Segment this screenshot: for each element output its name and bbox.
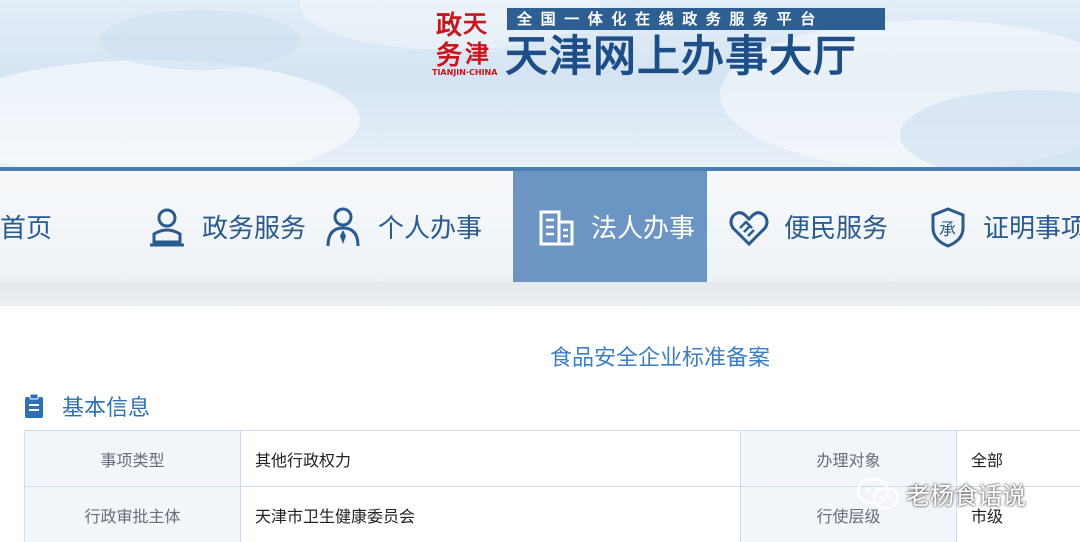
- person-tie-icon: [326, 207, 360, 246]
- nav-item-certification[interactable]: 承 证明事项: [927, 171, 1080, 282]
- nav-item-convenience[interactable]: 便民服务: [728, 171, 888, 282]
- nav-item-home[interactable]: 首页: [0, 171, 52, 282]
- field-value: 其他行政权力: [240, 430, 741, 487]
- seal-english-text: TIANJIN·CHINA: [432, 68, 498, 77]
- page-title: 食品安全企业标准备案: [549, 346, 770, 371]
- building-icon: [539, 210, 574, 245]
- platform-slogan: 全国一体化在线政务服务平台: [507, 8, 885, 30]
- banner-cloud: [100, 10, 300, 70]
- shield-cheng-icon: 承: [931, 206, 965, 248]
- handshake-icon: [729, 210, 769, 246]
- svg-text:津: 津: [465, 40, 489, 68]
- nav-item-label: 法人办事: [591, 214, 696, 244]
- nav-item-label: 便民服务: [784, 214, 889, 244]
- field-value: 天津市卫生健康委员会: [240, 486, 741, 542]
- main-nav: 首页 政务服务 个人办事 法人办事 便民服务 承 证明事项: [0, 171, 1080, 282]
- wechat-watermark: 老杨食话说: [856, 476, 1026, 511]
- nav-item-personal[interactable]: 个人办事: [322, 171, 482, 282]
- banner-cloud: [0, 60, 360, 168]
- svg-text:承: 承: [939, 220, 956, 240]
- wechat-icon: [856, 477, 900, 509]
- svg-text:政: 政: [436, 10, 462, 41]
- field-label: 事项类型: [24, 430, 241, 487]
- site-title[interactable]: 天津网上办事大厅: [505, 30, 857, 84]
- nav-item-legal-entity[interactable]: 法人办事: [513, 171, 707, 282]
- section-header: 基本信息: [24, 390, 150, 422]
- svg-text:务: 务: [436, 41, 462, 70]
- nav-item-label: 政务服务: [202, 214, 307, 244]
- nav-item-label: 证明事项: [983, 214, 1080, 244]
- nav-item-label: 首页: [0, 214, 53, 244]
- nav-item-gov-services[interactable]: 政务服务: [146, 171, 306, 282]
- tianjin-seal-logo[interactable]: 政 天 务 津: [432, 8, 496, 70]
- section-title: 基本信息: [62, 396, 151, 421]
- clipboard-icon: [25, 393, 43, 418]
- watermark-text: 老杨食话说: [906, 482, 1026, 510]
- user-badge-icon: [150, 208, 184, 246]
- nav-bottom-strip: [0, 282, 1080, 306]
- header-banner: 政 天 务 津 TIANJIN·CHINA 全国一体化在线政务服务平台 天津网上…: [0, 0, 1080, 168]
- nav-item-label: 个人办事: [378, 214, 483, 244]
- svg-text:天: 天: [463, 10, 487, 38]
- field-label: 行政审批主体: [24, 486, 241, 542]
